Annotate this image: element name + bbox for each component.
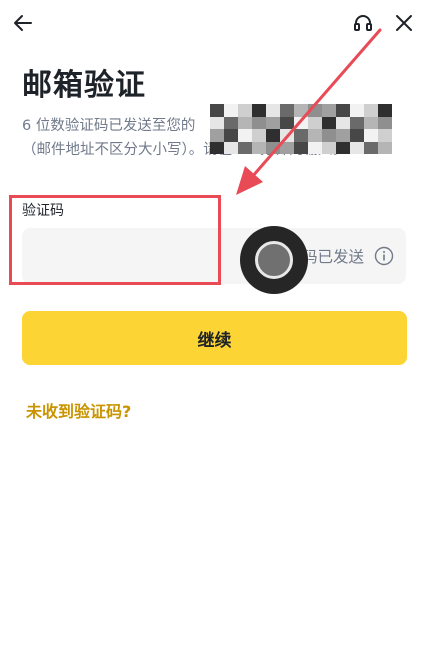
headset-icon bbox=[354, 15, 372, 31]
code-field-label: 验证码 bbox=[22, 203, 64, 219]
top-bar bbox=[0, 0, 427, 46]
close-button[interactable] bbox=[391, 10, 417, 36]
code-input-box[interactable]: 验证码已发送 bbox=[22, 228, 406, 284]
arrow-left-icon bbox=[14, 15, 32, 31]
close-icon bbox=[396, 15, 412, 31]
not-received-link[interactable]: 未收到验证码? bbox=[26, 398, 131, 422]
touch-indicator bbox=[240, 226, 308, 294]
support-button[interactable] bbox=[350, 10, 376, 36]
info-icon[interactable] bbox=[374, 246, 394, 266]
continue-button[interactable]: 继续 bbox=[22, 311, 407, 365]
back-button[interactable] bbox=[10, 10, 36, 36]
page-title: 邮箱验证 bbox=[22, 68, 146, 103]
redacted-email-mosaic bbox=[210, 104, 392, 154]
code-input[interactable] bbox=[22, 228, 256, 284]
